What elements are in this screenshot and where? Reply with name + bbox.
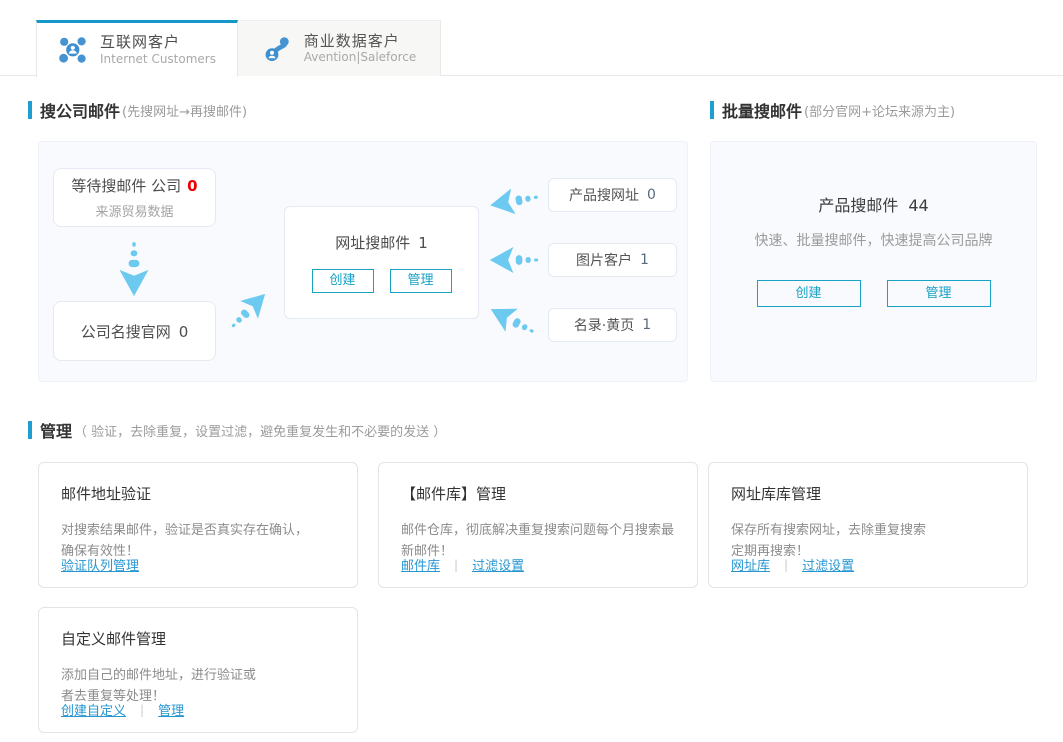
tab-internet-customers[interactable]: 互联网客户 Internet Customers (36, 20, 238, 77)
product-search-url-label: 产品搜网址 (569, 185, 639, 205)
arrow-down-icon (116, 239, 152, 297)
card-desc-line: 对搜索结果邮件，验证是否真实存在确认， (61, 520, 335, 541)
company-search-site-count: 0 (179, 323, 189, 341)
custom-email-card: 自定义邮件管理 添加自己的邮件地址，进行验证或 者去重复等处理！ 创建自定义 |… (38, 607, 358, 733)
create-button[interactable]: 创建 (757, 280, 861, 307)
batch-panel-count: 44 (908, 196, 928, 215)
manage-section-header: 管理 （ 验证，去除重复，设置过滤，避免重复发生和不必要的发送 ） (28, 418, 446, 442)
arrow-up-right-icon (220, 283, 277, 340)
company-search-site-label: 公司名搜官网 (81, 323, 171, 341)
url-library-card: 网址库库管理 保存所有搜索网址，去除重复搜索 定期再搜索！ 网址库 | 过滤设置 (708, 462, 1028, 588)
app-window: 互联网客户 Internet Customers 商业数据客户 Avention… (0, 0, 1063, 742)
batch-search-panel: 产品搜邮件 44 快速、批量搜邮件，快速提高公司品牌 创建 管理 (710, 141, 1037, 382)
section-accent-bar (28, 101, 32, 119)
section-subtitle: （ 验证，去除重复，设置过滤，避免重复发生和不必要的发送 ） (74, 421, 446, 440)
arrow-left-icon (489, 245, 541, 275)
verify-queue-manage-link[interactable]: 验证队列管理 (61, 555, 139, 574)
section-title: 管理 (40, 418, 72, 442)
network-users-icon (58, 35, 88, 65)
waiting-companies-label: 等待搜邮件 公司 (71, 177, 181, 195)
section-subtitle: (先搜网址→再搜邮件) (122, 101, 247, 120)
arrow-left-icon (487, 182, 543, 221)
tab-subtitle: Internet Customers (100, 52, 216, 67)
share-user-icon (262, 34, 292, 64)
link-separator: | (140, 703, 144, 717)
filter-settings-link[interactable]: 过滤设置 (802, 555, 854, 574)
email-library-link[interactable]: 邮件库 (401, 555, 440, 574)
waiting-companies-box: 等待搜邮件 公司 0 来源贸易数据 (53, 168, 216, 227)
email-verify-card: 邮件地址验证 对搜索结果邮件，验证是否真实存在确认， 确保有效性！ 验证队列管理 (38, 462, 358, 588)
company-search-site-box: 公司名搜官网 0 (53, 301, 216, 361)
product-search-url-box: 产品搜网址 0 (548, 178, 677, 212)
card-desc-line: 保存所有搜索网址，去除重复搜索 (731, 520, 1005, 541)
image-customers-count: 1 (640, 252, 649, 268)
url-search-email-label: 网址搜邮件 (335, 234, 410, 252)
section-title: 批量搜邮件 (722, 98, 802, 122)
tab-subtitle: Avention|Saleforce (304, 50, 417, 65)
manage-button[interactable]: 管理 (887, 280, 991, 307)
link-separator: | (454, 558, 458, 572)
manage-link[interactable]: 管理 (158, 700, 184, 719)
section-accent-bar (28, 421, 32, 439)
section-subtitle: (部分官网+论坛来源为主) (804, 101, 955, 120)
batch-panel-title: 产品搜邮件 (818, 196, 898, 215)
card-desc-line: 邮件仓库，彻底解决重复搜索问题每个月搜索最 (401, 520, 675, 541)
search-section-header: 搜公司邮件 (先搜网址→再搜邮件) (28, 98, 247, 122)
url-search-email-box: 网址搜邮件 1 创建 管理 (284, 206, 479, 319)
link-separator: | (784, 558, 788, 572)
section-accent-bar (710, 101, 714, 119)
tab-title: 商业数据客户 (304, 32, 417, 51)
batch-panel-desc: 快速、批量搜邮件，快速提高公司品牌 (711, 230, 1036, 250)
directory-yellowpages-label: 名录·黄页 (574, 315, 634, 335)
tab-bar: 互联网客户 Internet Customers 商业数据客户 Avention… (0, 20, 1063, 76)
directory-yellowpages-box: 名录·黄页 1 (548, 308, 677, 342)
section-title: 搜公司邮件 (40, 98, 120, 122)
directory-yellowpages-count: 1 (642, 317, 651, 333)
card-desc-line: 添加自己的邮件地址，进行验证或 (61, 665, 335, 686)
tab-business-data-customers[interactable]: 商业数据客户 Avention|Saleforce (238, 20, 441, 76)
image-customers-label: 图片客户 (576, 250, 632, 270)
card-title: 邮件地址验证 (61, 483, 335, 504)
email-library-card: 【邮件库】管理 邮件仓库，彻底解决重复搜索问题每个月搜索最 新邮件！ 邮件库 |… (378, 462, 698, 588)
filter-settings-link[interactable]: 过滤设置 (472, 555, 524, 574)
waiting-companies-count: 0 (187, 177, 197, 195)
arrow-up-left-icon (483, 296, 543, 347)
card-title: 自定义邮件管理 (61, 628, 335, 649)
create-custom-link[interactable]: 创建自定义 (61, 700, 126, 719)
url-library-link[interactable]: 网址库 (731, 555, 770, 574)
product-search-url-count: 0 (647, 187, 656, 203)
manage-button[interactable]: 管理 (390, 269, 452, 293)
search-flow-panel: 等待搜邮件 公司 0 来源贸易数据 公司名搜官网 0 (38, 141, 688, 382)
tab-title: 互联网客户 (100, 33, 216, 52)
waiting-companies-source: 来源贸易数据 (95, 201, 173, 220)
card-title: 【邮件库】管理 (401, 483, 675, 504)
url-search-email-count: 1 (418, 234, 428, 252)
batch-section-header: 批量搜邮件 (部分官网+论坛来源为主) (710, 98, 955, 122)
card-title: 网址库库管理 (731, 483, 1005, 504)
image-customers-box: 图片客户 1 (548, 243, 677, 277)
create-button[interactable]: 创建 (312, 269, 374, 293)
